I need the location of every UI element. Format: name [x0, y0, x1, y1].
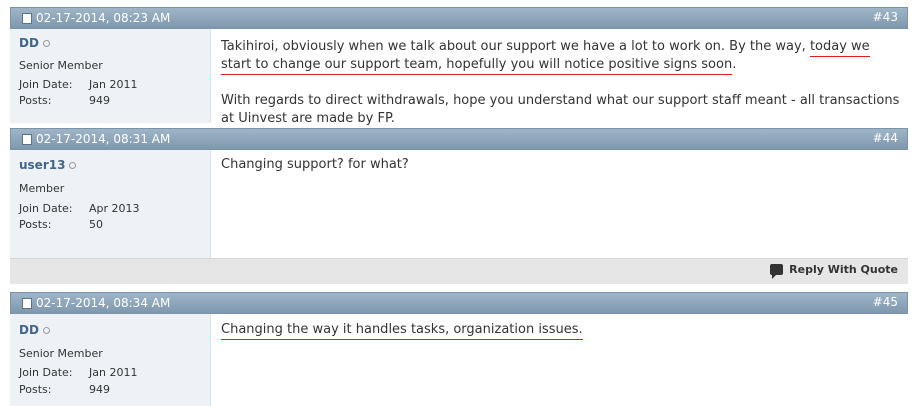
quote-bubble-icon [770, 264, 784, 279]
user-info: DD Senior Member Join Date: Jan 2011 Pos… [10, 314, 211, 406]
post-44: 02-17-2014, 08:31 AM #44 user13 Member J… [10, 128, 908, 284]
offline-status-icon [42, 327, 50, 334]
post-date: 02-17-2014, 08:31 AM [36, 132, 171, 146]
post-number-link[interactable]: #43 [873, 10, 898, 24]
username-link[interactable]: DD [19, 36, 50, 50]
join-date-value: Jan 2011 [89, 366, 138, 379]
post-number-link[interactable]: #45 [873, 295, 898, 309]
posts-label: Posts: [19, 94, 52, 107]
post-body: DD Senior Member Join Date: Jan 2011 Pos… [10, 29, 908, 126]
username-link[interactable]: user13 [19, 158, 77, 172]
post-footer: Reply With Quote [10, 258, 908, 284]
post-header: 02-17-2014, 08:31 AM #44 [10, 128, 908, 150]
document-icon [22, 298, 32, 309]
message-paragraph: With regards to direct withdrawals, hope… [221, 93, 900, 126]
message-paragraph: Changing the way it handles tasks, organ… [221, 321, 900, 340]
post-number-link[interactable]: #44 [873, 131, 898, 145]
posts-count: 50 [89, 218, 103, 231]
post-message: Changing support? for what? [221, 156, 900, 174]
post-body: user13 Member Join Date: Apr 2013 Posts:… [10, 150, 908, 258]
post-message: Changing the way it handles tasks, organ… [221, 321, 900, 340]
posts-label: Posts: [19, 218, 52, 231]
document-icon [22, 134, 32, 145]
user-info: DD Senior Member Join Date: Jan 2011 Pos… [10, 29, 211, 123]
offline-status-icon [69, 162, 77, 169]
post-date: 02-17-2014, 08:34 AM [36, 296, 171, 310]
posts-label: Posts: [19, 383, 52, 396]
user-title: Senior Member [19, 347, 103, 360]
join-date-value: Apr 2013 [89, 202, 140, 215]
username-text[interactable]: DD [19, 323, 39, 337]
user-title: Senior Member [19, 59, 103, 72]
reply-with-quote-button[interactable]: Reply With Quote [770, 263, 898, 279]
message-text: . [732, 57, 737, 72]
post-header: 02-17-2014, 08:34 AM #45 [10, 292, 908, 314]
join-date-label: Join Date: [19, 366, 73, 379]
post-date: 02-17-2014, 08:23 AM [36, 11, 171, 25]
username-text[interactable]: DD [19, 36, 39, 50]
join-date-label: Join Date: [19, 202, 73, 215]
user-title: Member [19, 182, 65, 195]
post-45: 02-17-2014, 08:34 AM #45 DD Senior Membe… [10, 292, 908, 406]
post-header: 02-17-2014, 08:23 AM #43 [10, 7, 908, 29]
user-info: user13 Member Join Date: Apr 2013 Posts:… [10, 150, 211, 258]
offline-status-icon [42, 40, 50, 47]
posts-count: 949 [89, 383, 110, 396]
post-message: Takihiroi, obviously when we talk about … [221, 38, 900, 128]
join-date-value: Jan 2011 [89, 78, 138, 91]
post-43: 02-17-2014, 08:23 AM #43 DD Senior Membe… [10, 7, 908, 126]
posts-count: 949 [89, 94, 110, 107]
document-icon [22, 13, 32, 24]
username-text[interactable]: user13 [19, 158, 65, 172]
username-link[interactable]: DD [19, 323, 50, 337]
highlighted-text: Changing the way it handles tasks, organ… [221, 322, 583, 340]
join-date-label: Join Date: [19, 78, 73, 91]
message-paragraph: Changing support? for what? [221, 157, 409, 172]
message-paragraph: Takihiroi, obviously when we talk about … [221, 38, 900, 75]
reply-with-quote-label[interactable]: Reply With Quote [789, 263, 898, 276]
post-body: DD Senior Member Join Date: Jan 2011 Pos… [10, 314, 908, 406]
message-text: Takihiroi, obviously when we talk about … [221, 39, 810, 54]
